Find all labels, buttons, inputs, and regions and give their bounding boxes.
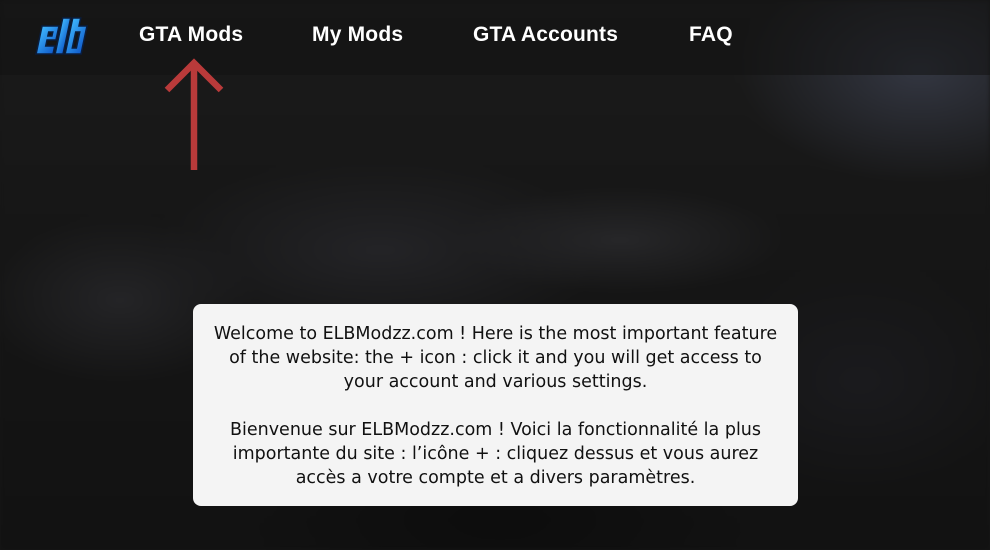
nav-faq[interactable]: FAQ bbox=[689, 23, 733, 47]
page: GTA Mods My Mods GTA Accounts FAQ Welcom… bbox=[0, 0, 990, 550]
notice-english-text: Welcome to ELBModzz.com ! Here is the mo… bbox=[213, 324, 778, 392]
main-nav: GTA Mods My Mods GTA Accounts FAQ bbox=[0, 0, 990, 72]
arrow-up-icon bbox=[164, 58, 224, 170]
nav-gta-mods[interactable]: GTA Mods bbox=[139, 23, 243, 47]
welcome-notice: Welcome to ELBModzz.com ! Here is the mo… bbox=[193, 304, 798, 506]
nav-my-mods[interactable]: My Mods bbox=[312, 23, 403, 47]
nav-gta-accounts[interactable]: GTA Accounts bbox=[473, 23, 618, 47]
notice-french-text: Bienvenue sur ELBModzz.com ! Voici la fo… bbox=[229, 420, 762, 488]
